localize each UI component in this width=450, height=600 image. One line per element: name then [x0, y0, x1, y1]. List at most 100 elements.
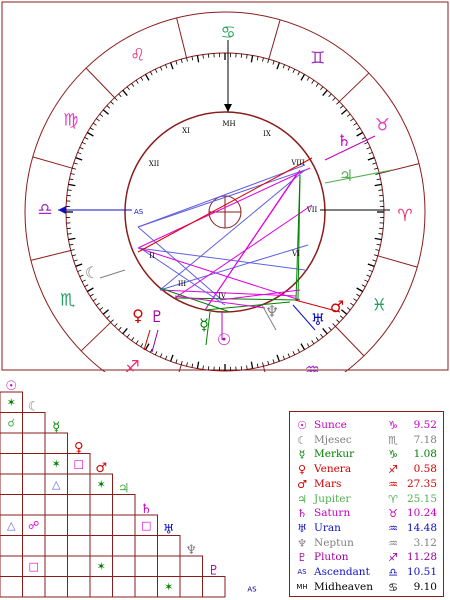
- degree-tick: [282, 355, 285, 360]
- degree-tick: [287, 66, 291, 71]
- aspect-grid-cell: [22, 576, 46, 598]
- sign-divider: [85, 67, 115, 98]
- aspect-grid-cell: [112, 576, 136, 598]
- legend-glyph-icon: ♆: [297, 536, 307, 550]
- legend-degree: 7.18: [413, 433, 437, 446]
- degree-tick: [272, 359, 275, 364]
- natal-chart-wheel: ♋♊♉♈♓♒♑♐♏♎♍♌ XIIXIMHIXVIIIVIIVIIIIIIIV ♄…: [1, 1, 449, 372]
- legend-sign-icon: ♈: [388, 492, 398, 506]
- legend-row-merkur: ☿ Merkur ♑ 1.08: [290, 447, 445, 463]
- degree-tick: [67, 189, 72, 191]
- degree-tick: [300, 343, 306, 351]
- degree-tick: [122, 89, 128, 96]
- legend-row-mjesec: ☾ Mjesec ♏ 7.18: [290, 433, 445, 449]
- aspect-grid-cell: [0, 494, 23, 516]
- degree-tick: [262, 362, 264, 367]
- degree-tick: [378, 189, 383, 191]
- degree-tick: [131, 83, 135, 87]
- aspect-grid-cell: [44, 576, 68, 598]
- aspect-grid-header-7: ♅: [163, 523, 175, 538]
- degree-tick: [170, 62, 174, 70]
- aspect-line-quincunx: [219, 289, 301, 301]
- degree-tick: [339, 315, 344, 319]
- aspect-symbol: △: [7, 519, 16, 532]
- degree-tick: [196, 361, 200, 369]
- planet-jupiter-icon: ♃: [339, 166, 353, 185]
- degree-tick: [170, 354, 174, 362]
- house-label-xi: XI: [182, 127, 190, 135]
- degree-tick: [126, 86, 130, 91]
- degree-tick: [86, 131, 94, 137]
- degree-tick: [73, 162, 78, 165]
- degree-tick: [374, 183, 382, 187]
- degree-tick: [186, 362, 188, 367]
- legend-name: Midheaven: [314, 580, 373, 593]
- planet-pointer-jupiter: [324, 169, 393, 184]
- degree-tick: [250, 361, 254, 369]
- degree-tick: [332, 97, 336, 101]
- legend-sign-icon: ♑: [388, 448, 398, 462]
- aspect-symbol: □: [141, 519, 151, 532]
- degree-tick: [79, 274, 84, 278]
- degree-tick: [341, 109, 348, 115]
- house-label-ii: II: [149, 252, 155, 260]
- degree-tick: [73, 259, 78, 262]
- degree-tick: [118, 326, 122, 331]
- aspect-symbol: ☍: [28, 519, 39, 532]
- degree-tick: [135, 79, 139, 84]
- aspect-grid-cell: [44, 514, 68, 536]
- degree-tick: [159, 66, 163, 71]
- degree-tick: [96, 302, 100, 306]
- degree-tick: [165, 64, 168, 69]
- degree-tick: [89, 127, 94, 131]
- degree-tick: [256, 363, 259, 368]
- degree-tick: [77, 269, 82, 272]
- planet-uranus-icon: ♅: [311, 310, 325, 329]
- degree-tick: [328, 93, 332, 98]
- sign-aquarius-icon: ♒: [305, 360, 320, 372]
- degree-tick: [272, 60, 275, 65]
- planet-pointer-pluto: [151, 329, 159, 353]
- aspect-symbol: ✶: [97, 560, 106, 573]
- aspect-symbol: ✶: [52, 458, 61, 471]
- opposition-line: [137, 157, 313, 253]
- aspect-line-trine: [159, 169, 306, 291]
- degree-tick: [378, 233, 383, 235]
- degree-tick: [368, 269, 373, 272]
- aspect-line-quincunx: [137, 167, 311, 249]
- legend-name: Saturn: [314, 507, 351, 520]
- legend-degree: 9.52: [413, 419, 437, 431]
- degree-tick: [346, 307, 351, 311]
- degree-tick: [350, 302, 354, 306]
- legend-degree: 25.15: [406, 492, 437, 505]
- degree-tick: [86, 287, 94, 293]
- house-label-ix: IX: [263, 130, 271, 138]
- legend-degree: 9.10: [413, 580, 437, 593]
- degree-tick: [92, 298, 97, 302]
- degree-tick: [154, 351, 158, 356]
- degree-tick: [367, 263, 375, 267]
- degree-tick: [77, 152, 82, 155]
- planet-neptune-icon: ♆: [265, 302, 279, 321]
- legend-sign-icon: ♉: [388, 507, 398, 521]
- degree-tick: [292, 351, 296, 356]
- aspect-grid-cell: [0, 473, 23, 495]
- degree-tick: [191, 363, 194, 368]
- sign-divider: [178, 364, 182, 372]
- aspect-grid-cell: [179, 576, 203, 598]
- degree-tick: [332, 323, 336, 327]
- degree-tick: [282, 64, 285, 69]
- aspect-grid: ✶☌✶□△✶△☍□□✶✶□△△✶ ☉☾☿♀♂♃♄♅♆♇ASMH: [0, 379, 257, 598]
- degree-tick: [367, 157, 375, 161]
- sign-gemini-icon: ♊: [310, 49, 325, 69]
- sign-divider: [80, 322, 111, 352]
- aspect-grid-cell: [112, 535, 136, 557]
- legend-sign-icon: ♏: [388, 433, 398, 447]
- legend-row-jupiter: ♃ Jupiter ♈ 25.15: [290, 492, 445, 508]
- sign-divider: [176, 17, 188, 58]
- aspect-grid-cell: [67, 576, 91, 598]
- planet-saturn-icon: ♄: [337, 131, 351, 150]
- planet-pointer-moon: [99, 269, 126, 279]
- sign-divider: [268, 19, 281, 60]
- aspect-grid-cell: [89, 514, 113, 536]
